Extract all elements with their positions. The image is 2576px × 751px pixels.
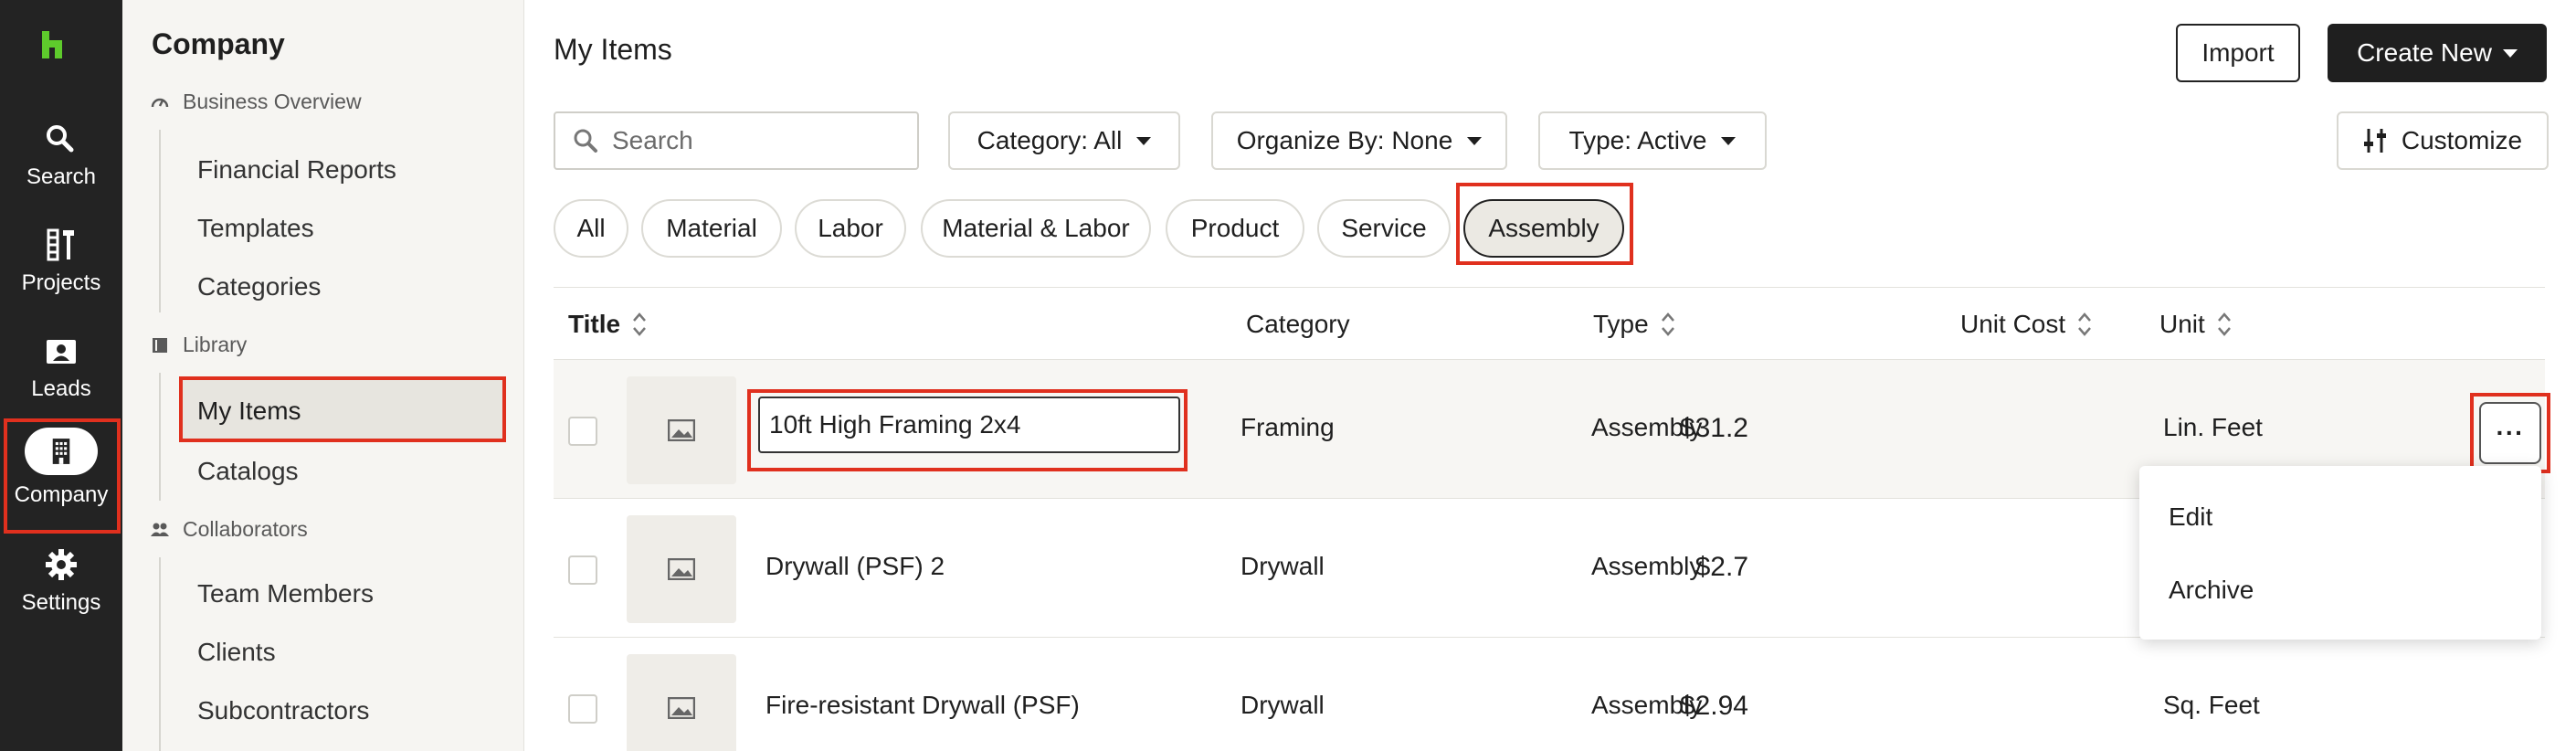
image-icon (668, 419, 695, 441)
chip-material[interactable]: Material (641, 199, 782, 258)
type-filter[interactable]: Type: Active (1538, 111, 1767, 170)
sidebar-title: Company (152, 27, 285, 60)
image-icon (668, 697, 695, 719)
customize-button[interactable]: Customize (2337, 111, 2549, 170)
category-filter[interactable]: Category: All (948, 111, 1180, 170)
column-title[interactable]: Title (568, 310, 648, 339)
rail-label: Settings (21, 590, 101, 615)
search-field[interactable] (554, 111, 919, 170)
row-action-menu: Edit Archive (2139, 466, 2541, 640)
chevron-down-icon (1136, 136, 1152, 145)
row-unit-cost: $2.94 (1679, 691, 1748, 721)
create-new-button[interactable]: Create New (2328, 24, 2547, 82)
row-unit-cost: $2.7 (1694, 552, 1748, 582)
rail-label: Leads (31, 376, 91, 401)
organize-filter[interactable]: Organize By: None (1211, 111, 1507, 170)
people-icon (151, 523, 169, 536)
sort-icon (2217, 312, 2231, 336)
column-category: Category (1246, 310, 1350, 338)
sort-icon (633, 312, 647, 336)
chevron-down-icon (1467, 136, 1483, 145)
thumbnail (627, 654, 736, 751)
sidebar-item-catalogs[interactable]: Catalogs (197, 457, 299, 486)
table-row[interactable]: Fire-resistant Drywall (PSF) Drywall Ass… (554, 638, 2545, 751)
sort-icon (1661, 312, 1674, 336)
row-title: Drywall (PSF) 2 (765, 552, 945, 580)
tree-line (159, 130, 161, 312)
projects-icon (47, 228, 74, 261)
secondary-sidebar: Company Business Overview Financial Repo… (122, 0, 524, 751)
chip-assembly[interactable]: Assembly (1463, 199, 1624, 258)
sidebar-item-team-members[interactable]: Team Members (197, 579, 374, 608)
row-unit-cost: $31.2 (1679, 413, 1748, 443)
section-business-overview: Business Overview (150, 90, 362, 114)
building-icon (52, 439, 70, 464)
rail-item-settings[interactable]: Settings (0, 545, 122, 645)
row-checkbox[interactable] (568, 555, 597, 585)
row-checkbox[interactable] (568, 694, 597, 724)
search-icon (574, 129, 597, 153)
chevron-down-icon (1721, 136, 1737, 145)
more-actions-button[interactable]: ··· (2479, 402, 2541, 464)
sidebar-item-subcontractors[interactable]: Subcontractors (197, 696, 369, 725)
rail-item-search[interactable]: Search (0, 119, 122, 219)
rail-item-leads[interactable]: Leads (0, 331, 122, 431)
row-category: Framing (1240, 413, 1335, 441)
active-pill (25, 428, 98, 475)
import-button[interactable]: Import (2176, 24, 2300, 82)
row-title: Fire-resistant Drywall (PSF) (765, 691, 1080, 719)
menu-item-edit[interactable]: Edit (2169, 502, 2212, 532)
section-collaborators: Collaborators (150, 517, 308, 542)
rail-label: Search (26, 164, 97, 189)
row-category: Drywall (1240, 691, 1325, 719)
book-icon (153, 337, 167, 353)
rail-label: Company (14, 482, 109, 507)
leads-icon (47, 340, 76, 364)
row-category: Drywall (1240, 552, 1325, 580)
row-unit: Sq. Feet (2163, 691, 2260, 719)
image-icon (668, 558, 695, 580)
table-header: Title Category Type Unit Cost Unit (554, 287, 2545, 360)
rail-item-company[interactable]: Company (0, 428, 122, 528)
column-type[interactable]: Type (1593, 310, 1676, 339)
sidebar-item-categories[interactable]: Categories (197, 272, 321, 301)
tree-line (159, 373, 161, 501)
sidebar-item-clients[interactable]: Clients (197, 638, 276, 667)
tree-line (159, 557, 161, 751)
chip-service[interactable]: Service (1317, 199, 1451, 258)
column-unit[interactable]: Unit (2159, 310, 2233, 339)
chevron-down-icon (2502, 48, 2518, 58)
menu-item-archive[interactable]: Archive (2169, 576, 2254, 605)
chip-labor[interactable]: Labor (795, 199, 906, 258)
search-icon (47, 125, 74, 153)
logo-icon[interactable] (38, 27, 73, 62)
section-library: Library (150, 333, 247, 357)
row-title-input[interactable]: 10ft High Framing 2x4 (758, 397, 1180, 453)
rail-label: Projects (21, 270, 101, 295)
thumbnail (627, 376, 736, 484)
thumbnail (627, 515, 736, 623)
gauge-icon (151, 98, 169, 107)
app-rail: Search Projects Leads Company Settings (0, 0, 122, 751)
chip-all[interactable]: All (554, 199, 628, 258)
row-unit: Lin. Feet (2163, 413, 2263, 441)
rail-item-projects[interactable]: Projects (0, 225, 122, 325)
sidebar-item-financial-reports[interactable]: Financial Reports (197, 155, 396, 185)
search-input[interactable] (612, 126, 904, 155)
chip-material-labor[interactable]: Material & Labor (921, 199, 1151, 258)
sort-icon (2078, 312, 2092, 336)
row-checkbox[interactable] (568, 417, 597, 446)
chip-product[interactable]: Product (1166, 199, 1304, 258)
sidebar-item-my-items[interactable]: My Items (197, 397, 301, 426)
sidebar-item-templates[interactable]: Templates (197, 214, 314, 243)
gear-icon (46, 549, 77, 580)
column-unit-cost[interactable]: Unit Cost (1960, 310, 2093, 339)
sliders-icon (2363, 129, 2386, 153)
page-title: My Items (554, 33, 672, 66)
